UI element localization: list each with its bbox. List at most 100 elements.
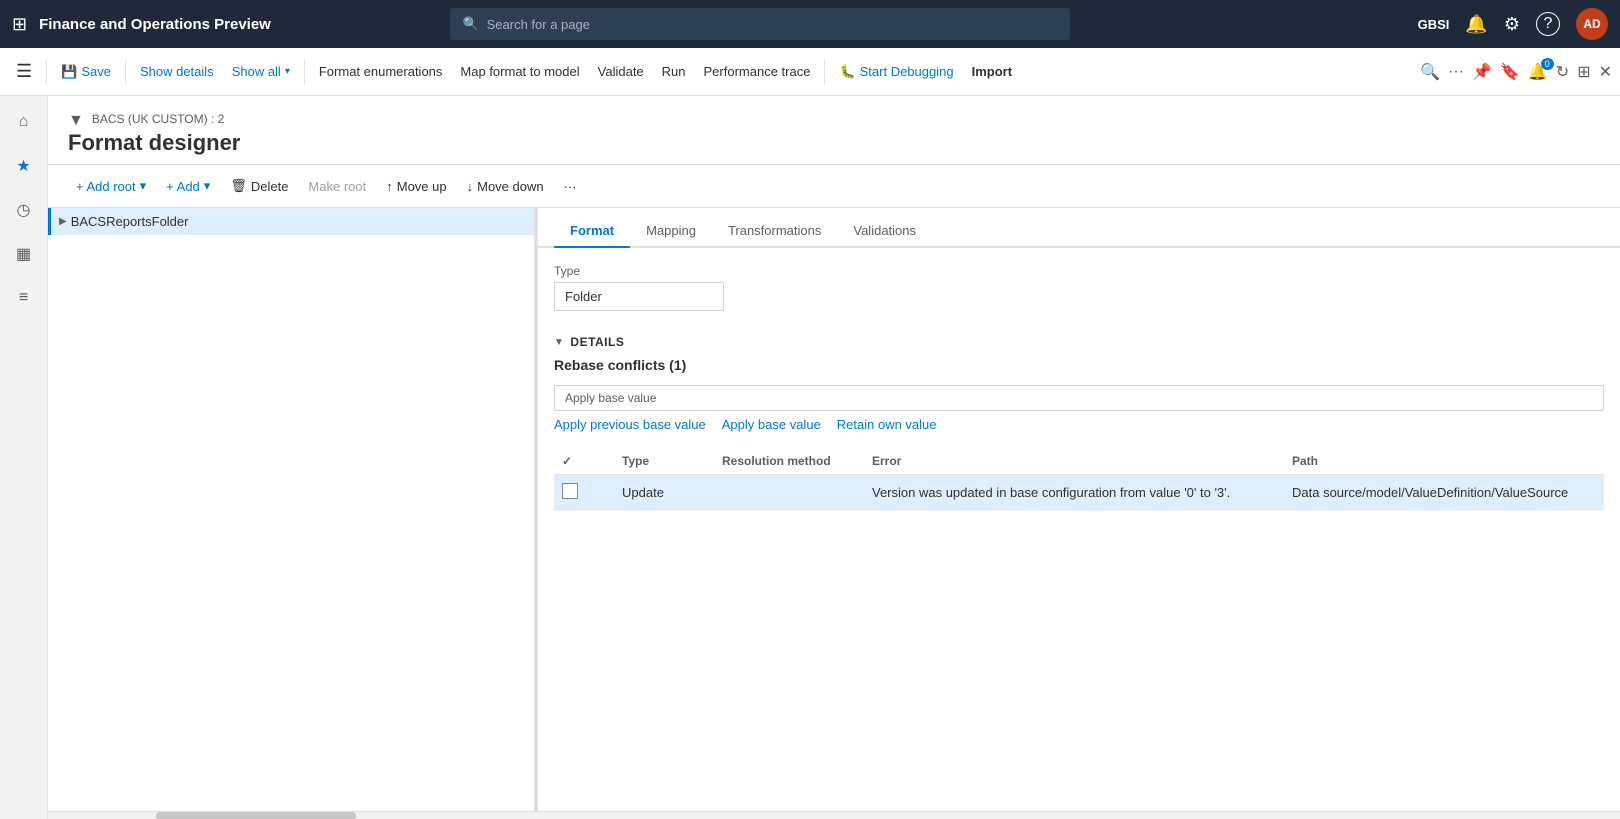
tab-validations[interactable]: Validations xyxy=(837,215,932,248)
apply-base-popup-button[interactable]: Apply base value xyxy=(554,385,1604,411)
search-placeholder: Search for a page xyxy=(487,17,590,32)
import-button[interactable]: Import xyxy=(964,60,1020,83)
horizontal-scrollbar[interactable] xyxy=(48,811,1620,819)
section-collapse-icon: ▼ xyxy=(554,337,564,348)
tab-format[interactable]: Format xyxy=(554,215,630,248)
col-header-resolved: ✓ xyxy=(554,448,614,475)
page-header: ▼ BACS (UK CUSTOM) : 2 Format designer xyxy=(48,96,1620,165)
sidebar-item-clock[interactable]: ◷ xyxy=(6,192,42,228)
add-button[interactable]: + Add ▾ xyxy=(158,173,218,199)
sidebar-item-star[interactable]: ★ xyxy=(6,148,42,184)
toolbar-separator-2 xyxy=(125,60,126,84)
show-all-button[interactable]: Show all ▾ xyxy=(224,60,298,83)
cell-type: Update xyxy=(614,475,714,511)
save-button[interactable]: 💾 Save xyxy=(53,60,119,84)
performance-trace-button[interactable]: Performance trace xyxy=(696,60,819,83)
arrow-up-icon: ↑ xyxy=(386,179,393,194)
sidebar-item-list[interactable]: ≡ xyxy=(6,280,42,316)
apply-previous-base-link[interactable]: Apply previous base value xyxy=(554,417,706,432)
toolbar-separator-4 xyxy=(824,60,825,84)
move-down-button[interactable]: ↓ Move down xyxy=(459,174,552,199)
user-avatar[interactable]: AD xyxy=(1576,8,1608,40)
start-debugging-button[interactable]: 🐛 Start Debugging xyxy=(831,60,961,84)
type-label: Type xyxy=(554,264,1604,278)
two-col-layout: ▶ BACSReportsFolder Format Mapping Trans xyxy=(48,208,1620,811)
settings-icon[interactable]: ⚙ xyxy=(1504,14,1520,35)
sidebar-item-home[interactable]: ⌂ xyxy=(6,104,42,140)
show-all-chevron: ▾ xyxy=(285,66,290,77)
add-root-chevron: ▾ xyxy=(140,178,147,194)
col-header-type: Type xyxy=(614,448,714,475)
add-chevron: ▾ xyxy=(204,178,211,194)
show-details-button[interactable]: Show details xyxy=(132,60,222,83)
toolbar-separator-1 xyxy=(46,60,47,84)
conflict-table: ✓ Type Resolution method Error xyxy=(554,448,1604,511)
tab-mapping[interactable]: Mapping xyxy=(630,215,712,248)
org-label: GBSI xyxy=(1418,17,1450,32)
tree-item-label: BACSReportsFolder xyxy=(71,214,189,229)
type-value: Folder xyxy=(554,282,724,311)
table-header: ✓ Type Resolution method Error xyxy=(554,448,1604,475)
format-details-panel: Format Mapping Transformations Validatio… xyxy=(538,208,1620,811)
tree-expand-arrow[interactable]: ▶ xyxy=(59,216,67,227)
action-links: Apply previous base value Apply base val… xyxy=(554,417,1604,432)
apps-icon[interactable]: ⊞ xyxy=(12,14,27,35)
delete-button[interactable]: 🗑 Delete xyxy=(222,173,296,199)
header-check-icon: ✓ xyxy=(562,454,572,468)
format-panel: ▶ BACSReportsFolder xyxy=(48,208,538,811)
tree-item-bacs[interactable]: ▶ BACSReportsFolder xyxy=(48,208,534,235)
more-button[interactable]: ··· xyxy=(556,174,585,199)
top-nav-right: GBSI 🔔 ⚙ ? AD xyxy=(1418,8,1608,40)
bell-icon[interactable]: 🔔 xyxy=(1465,14,1487,35)
validate-button[interactable]: Validate xyxy=(590,60,652,83)
expand-icon[interactable]: ⊞ xyxy=(1577,62,1590,82)
filter-icon: ▼ xyxy=(68,112,84,130)
debug-icon: 🐛 xyxy=(839,64,855,80)
search-bar[interactable]: 🔍 Search for a page xyxy=(450,8,1070,40)
add-root-button[interactable]: + Add root ▾ xyxy=(68,173,154,199)
format-enum-button[interactable]: Format enumerations xyxy=(311,60,451,83)
col-header-resolution: Resolution method xyxy=(714,448,864,475)
col-header-path: Path xyxy=(1284,448,1604,475)
help-icon[interactable]: ? xyxy=(1536,12,1560,36)
make-root-button[interactable]: Make root xyxy=(300,174,374,199)
breadcrumb: BACS (UK CUSTOM) : 2 xyxy=(92,112,224,126)
toolbar-pin-icon[interactable]: 📌 xyxy=(1472,62,1492,82)
table-row[interactable]: Update Version was updated in base confi… xyxy=(554,475,1604,511)
toolbar-separator-3 xyxy=(304,60,305,84)
scrollbar-thumb xyxy=(156,812,356,819)
close-icon[interactable]: ✕ xyxy=(1599,62,1612,82)
app-title: Finance and Operations Preview xyxy=(39,16,271,33)
apply-base-link[interactable]: Apply base value xyxy=(722,417,821,432)
sidebar-item-table[interactable]: ▦ xyxy=(6,236,42,272)
cell-resolution xyxy=(714,475,864,511)
top-navbar: ⊞ Finance and Operations Preview 🔍 Searc… xyxy=(0,0,1620,48)
cell-error: Version was updated in base configuratio… xyxy=(864,475,1284,511)
checkbox[interactable] xyxy=(562,483,578,499)
map-format-button[interactable]: Map format to model xyxy=(452,60,587,83)
toolbar-more-icon[interactable]: ··· xyxy=(1448,63,1464,81)
action-bar: + Add root ▾ + Add ▾ 🗑 Delete Make root … xyxy=(48,165,1620,208)
arrow-down-icon: ↓ xyxy=(467,179,474,194)
hamburger-icon[interactable]: ☰ xyxy=(8,57,40,86)
content-area: ▼ BACS (UK CUSTOM) : 2 Format designer +… xyxy=(48,96,1620,819)
move-up-button[interactable]: ↑ Move up xyxy=(378,174,454,199)
retain-own-link[interactable]: Retain own value xyxy=(837,417,937,432)
left-sidebar: ⌂ ★ ◷ ▦ ≡ xyxy=(0,96,48,819)
notification-badge[interactable]: 🔔0 xyxy=(1528,62,1548,82)
table-body: Update Version was updated in base confi… xyxy=(554,475,1604,511)
delete-icon: 🗑 xyxy=(230,178,247,194)
refresh-icon[interactable]: ↻ xyxy=(1556,62,1569,82)
details-section: ▼ DETAILS Rebase conflicts (1) Apply bas… xyxy=(538,327,1620,811)
toolbar-search-icon[interactable]: 🔍 xyxy=(1420,62,1440,82)
section-header[interactable]: ▼ DETAILS xyxy=(554,327,1604,357)
rebase-title: Rebase conflicts (1) xyxy=(554,357,1604,373)
toolbar-bookmark-icon[interactable]: 🔖 xyxy=(1500,62,1520,82)
tab-transformations[interactable]: Transformations xyxy=(712,215,837,248)
main-toolbar: ☰ 💾 Save Show details Show all ▾ Format … xyxy=(0,48,1620,96)
cell-resolved xyxy=(554,475,614,511)
type-section: Type Folder xyxy=(538,248,1620,327)
main-layout: ⌂ ★ ◷ ▦ ≡ ▼ BACS (UK CUSTOM) : 2 Format … xyxy=(0,96,1620,819)
run-button[interactable]: Run xyxy=(654,60,694,83)
search-icon: 🔍 xyxy=(462,16,478,32)
